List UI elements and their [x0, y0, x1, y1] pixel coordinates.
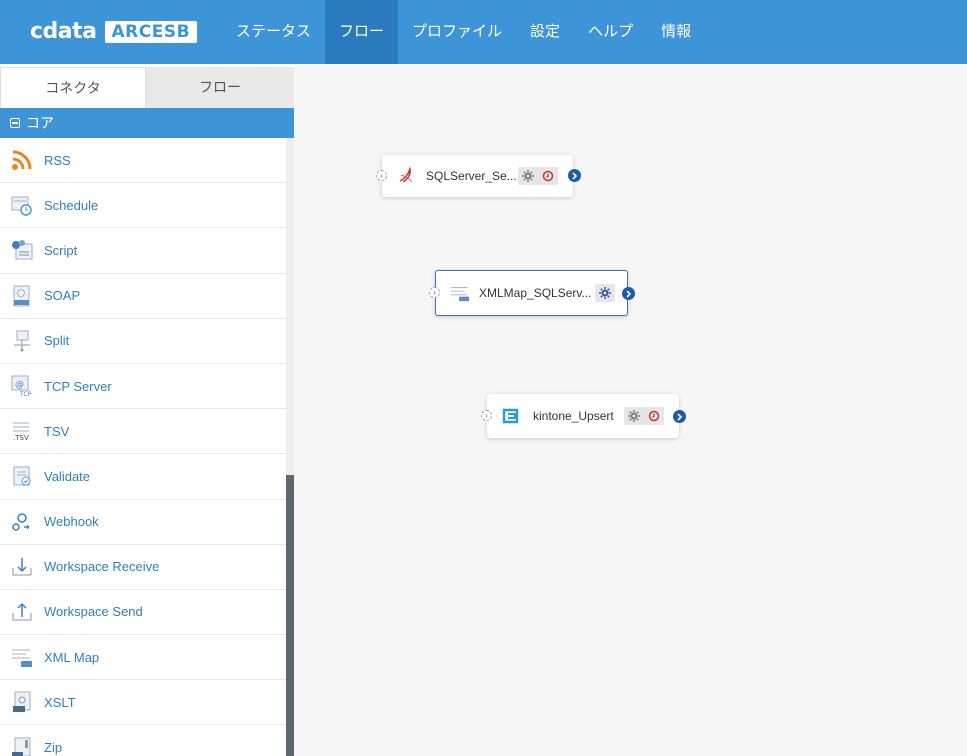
workspace-receive-icon: [10, 555, 34, 579]
tab-connectors[interactable]: コネクタ: [0, 67, 146, 108]
sidebar-tabs: コネクタ フロー: [0, 67, 294, 108]
connector-workspace-send[interactable]: Workspace Send: [0, 590, 286, 636]
chevron-right-icon: [572, 171, 578, 180]
soap-icon: [10, 284, 34, 308]
connector-workspace-receive[interactable]: Workspace Receive: [0, 545, 286, 590]
node-name: XMLMap_SQLServ...: [479, 286, 592, 300]
connector-label: Webhook: [44, 514, 99, 530]
connector-script[interactable]: Script: [0, 228, 286, 274]
connector-xslt[interactable]: XSLT: [0, 680, 286, 726]
xml-map-icon: [10, 645, 34, 669]
workspace-send-icon: [10, 600, 34, 624]
section-title: コア: [26, 115, 54, 131]
connector-webhook[interactable]: Webhook: [0, 500, 286, 545]
clock-icon[interactable]: [538, 167, 558, 185]
nav-info[interactable]: 情報: [647, 0, 705, 64]
connector-label: TSV: [44, 423, 70, 439]
input-port[interactable]: ›: [481, 410, 492, 421]
xslt-icon: [10, 690, 34, 714]
connector-label: Workspace Receive: [44, 559, 160, 575]
section-core[interactable]: コア: [0, 108, 294, 138]
script-icon: [10, 238, 34, 262]
connector-label: XSLT: [44, 694, 76, 710]
nav-profile[interactable]: プロファイル: [398, 0, 516, 64]
flow-node-sqlserver[interactable]: › SQLServer_Se...: [376, 155, 581, 197]
connector-sidebar: コネクタ フロー コア RSS Schedule Script SOAP Spl…: [0, 64, 294, 756]
connector-label: RSS: [44, 152, 71, 168]
kintone-icon: [499, 405, 521, 427]
node-name: SQLServer_Se...: [426, 169, 517, 183]
connector-tsv[interactable]: .TSV TSV: [0, 409, 286, 455]
app-logo[interactable]: cdata ARCESB: [30, 19, 198, 44]
xml-map-icon: [449, 282, 471, 304]
chevron-right-icon: [626, 289, 632, 298]
connector-label: XML Map: [44, 649, 100, 665]
output-port[interactable]: [622, 287, 635, 300]
logo-text: cdata: [30, 19, 97, 44]
gear-icon[interactable]: [624, 407, 644, 425]
connector-label: Script: [44, 242, 78, 258]
validate-icon: [10, 464, 34, 488]
zip-icon: [10, 736, 34, 756]
flow-node-kintone[interactable]: › kintone_Upsert: [481, 394, 686, 438]
rss-icon: [10, 148, 34, 172]
connector-schedule[interactable]: Schedule: [0, 183, 286, 229]
svg-text:TCP: TCP: [19, 391, 32, 397]
connector-label: Zip: [44, 740, 63, 756]
connector-validate[interactable]: Validate: [0, 454, 286, 500]
svg-text:@: @: [15, 380, 24, 390]
connector-zip[interactable]: Zip: [0, 725, 286, 756]
node-actions: [595, 284, 615, 302]
output-port[interactable]: [673, 410, 686, 423]
logo-badge: ARCESB: [104, 21, 198, 43]
webhook-icon: [10, 510, 34, 534]
gear-icon[interactable]: [518, 167, 538, 185]
nav-help[interactable]: ヘルプ: [574, 0, 647, 64]
sqlserver-icon: [396, 165, 418, 187]
connector-list: RSS Schedule Script SOAP Split @ TCP TCP…: [0, 138, 286, 756]
collapse-bar[interactable]: [286, 475, 294, 756]
nav-flow[interactable]: フロー: [325, 0, 399, 64]
connector-label: Split: [44, 333, 70, 349]
flow-canvas[interactable]: › SQLServer_Se... › XMLMap_SQLServ... › …: [294, 64, 967, 756]
nav-status[interactable]: ステータス: [222, 0, 325, 64]
collapse-icon: [10, 118, 20, 128]
connector-xml-map[interactable]: XML Map: [0, 635, 286, 681]
output-port[interactable]: [568, 169, 581, 182]
connector-soap[interactable]: SOAP: [0, 274, 286, 319]
chevron-right-icon: [677, 412, 683, 421]
connector-label: SOAP: [44, 288, 81, 304]
node-actions: [624, 407, 664, 425]
connector-label: TCP Server: [44, 378, 112, 394]
schedule-icon: [10, 193, 34, 217]
connector-tcp-server[interactable]: @ TCP TCP Server: [0, 364, 286, 410]
split-icon: [10, 329, 34, 353]
nav-settings[interactable]: 設定: [516, 0, 574, 64]
tab-flows[interactable]: フロー: [146, 67, 294, 108]
tcp-server-icon: @ TCP: [10, 374, 34, 398]
connector-split[interactable]: Split: [0, 319, 286, 364]
app-header: cdata ARCESB ステータス フロー プロファイル 設定 ヘルプ 情報: [0, 0, 967, 64]
main-nav: ステータス フロー プロファイル 設定 ヘルプ 情報: [222, 0, 705, 64]
node-name: kintone_Upsert: [533, 409, 614, 423]
node-actions: [518, 167, 558, 185]
connector-label: Validate: [44, 468, 91, 484]
flow-node-xmlmap[interactable]: › XMLMap_SQLServ...: [429, 270, 635, 316]
svg-text:.TSV: .TSV: [13, 434, 29, 442]
clock-icon[interactable]: [644, 407, 664, 425]
input-port[interactable]: ›: [429, 287, 440, 298]
tsv-icon: .TSV: [10, 419, 34, 443]
connector-label: Schedule: [44, 197, 99, 213]
connector-label: Workspace Send: [44, 604, 143, 620]
gear-icon[interactable]: [595, 284, 615, 302]
input-port[interactable]: ›: [376, 170, 387, 181]
connector-rss[interactable]: RSS: [0, 138, 286, 184]
